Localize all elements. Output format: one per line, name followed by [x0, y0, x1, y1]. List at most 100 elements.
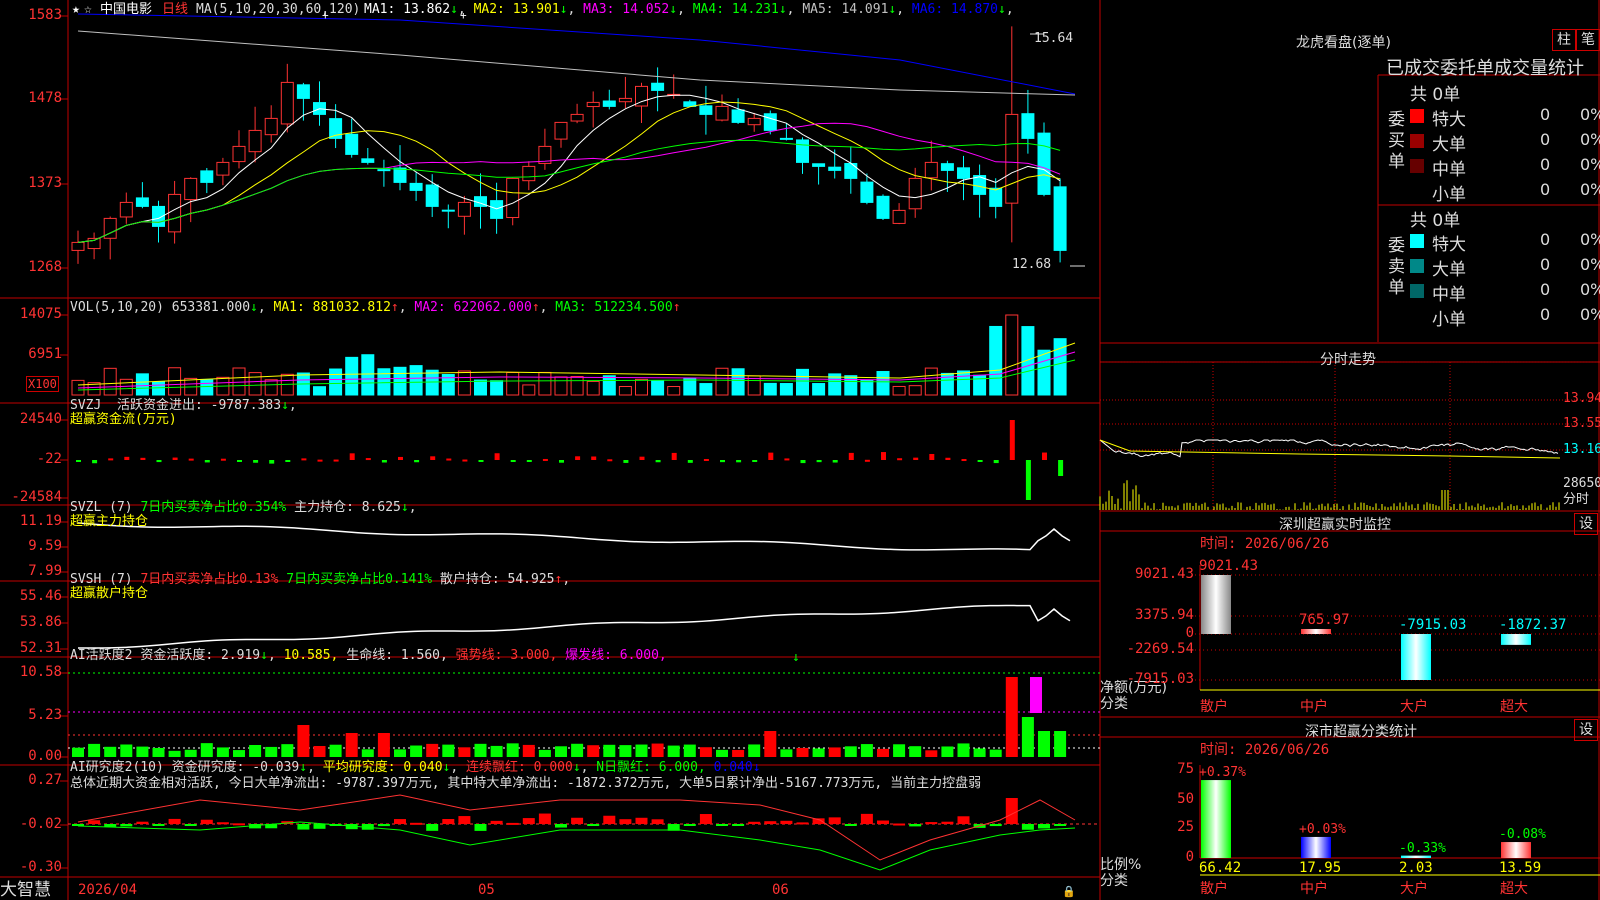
ma2-value: MA2: 13.901	[473, 2, 560, 17]
buy-2-color-swatch	[1410, 159, 1424, 173]
candle	[618, 97, 632, 103]
classify-y-tick: 50	[1177, 791, 1194, 807]
candle	[506, 177, 520, 219]
ma1-arrow: ↓	[450, 2, 458, 17]
ai1-bar	[571, 743, 584, 757]
high-price-label: 15.64	[1034, 31, 1074, 46]
vol-unit-badge[interactable]: X100	[26, 376, 59, 392]
vol-ma2: MA2: 622062.000	[414, 300, 532, 315]
buy-row-count: 0	[1540, 130, 1551, 149]
buy-row-pct: 0%	[1580, 180, 1600, 199]
monitor-category-label: 散户	[1200, 699, 1228, 715]
sell-row-count: 0	[1540, 230, 1551, 249]
ai2-bar	[152, 824, 165, 826]
classify-category-label: 散户	[1200, 881, 1228, 897]
volume-bar	[345, 356, 359, 396]
svzj-bar	[591, 456, 597, 460]
ai1-bar	[780, 749, 793, 757]
svzj-bar	[398, 456, 403, 460]
svzj-label: SVZJ	[70, 398, 102, 413]
svzj-bar	[430, 456, 436, 460]
svzj-bar	[381, 460, 387, 463]
svzj-bar	[881, 452, 886, 460]
svzj-bar	[784, 458, 790, 461]
star-icon[interactable]: ★	[72, 2, 80, 17]
candle	[876, 195, 890, 219]
ai2-bar	[651, 819, 664, 824]
volume-bar	[409, 365, 423, 396]
vol-ma1: MA1: 881032.812	[273, 300, 391, 315]
ai2-bar	[168, 818, 181, 824]
volume-bar	[1037, 349, 1051, 396]
volume-bar	[618, 386, 632, 396]
ai2-bar	[893, 823, 906, 826]
candle	[892, 209, 906, 224]
classify-change-label: -0.33%	[1399, 840, 1446, 856]
bar-mode-button[interactable]: 柱	[1552, 29, 1576, 51]
ai1-bar	[860, 744, 873, 757]
classify-settings-button[interactable]: 设	[1574, 719, 1598, 741]
brand-logo[interactable]: 大智慧	[0, 880, 51, 900]
volume-bar	[554, 376, 568, 396]
classify-bar	[1401, 855, 1431, 858]
svzj-bar	[655, 460, 661, 463]
ai2-bar	[603, 815, 616, 824]
y-axis-tick: 9.59	[28, 538, 62, 554]
volume-bar	[844, 375, 858, 396]
y-axis-tick: 1478	[28, 90, 62, 106]
y-axis-tick: 1583	[28, 7, 62, 23]
candle	[602, 100, 616, 107]
star-outline-icon[interactable]: ☆	[84, 2, 92, 17]
volume-bar	[699, 383, 713, 396]
period-label[interactable]: 日线	[162, 2, 188, 17]
ma6-line	[77, 13, 1076, 95]
sell-1-color-swatch	[1410, 259, 1424, 273]
candle	[1005, 113, 1019, 204]
svzl-line	[77, 522, 1071, 551]
ai2-bar	[200, 819, 213, 824]
volume-bar	[329, 368, 343, 396]
svzj-bar	[317, 459, 323, 462]
svzl-hold: 主力持仓: 8.625	[294, 500, 401, 515]
svzj-bar	[993, 460, 999, 464]
monitor-settings-button[interactable]: 设	[1574, 513, 1598, 535]
volume-bar	[602, 375, 616, 396]
volume-bar	[876, 371, 890, 396]
volume-bar	[651, 380, 665, 396]
tick-mode-button[interactable]: 笔	[1576, 29, 1600, 51]
ai1-bar	[844, 746, 857, 757]
ai2-bar	[394, 819, 406, 824]
classify-category-label: 大户	[1400, 881, 1428, 897]
ai1-burst-line: 爆发线: 6.000,	[565, 648, 667, 663]
ai2-bar	[313, 824, 326, 829]
volume-bar	[570, 376, 584, 396]
svzj-text: 活跃资金进出: -9787.383	[116, 398, 282, 413]
y-axis-tick: -22	[36, 451, 62, 467]
ma3-arrow: ↓	[669, 2, 678, 17]
buy-row-count: 0	[1540, 180, 1551, 199]
svzj-bar	[961, 459, 967, 462]
sell-2-color-swatch	[1410, 284, 1424, 298]
vol-header: VOL(5,10,20) 653381.000↓, MA1: 881032.81…	[70, 300, 681, 315]
ai2-bar	[828, 817, 841, 824]
candle	[908, 177, 922, 210]
buy-row-label: 小单	[1432, 185, 1466, 205]
volume-bar	[908, 385, 922, 396]
candle	[779, 137, 793, 140]
ai2-bar	[989, 824, 1002, 827]
lock-icon[interactable]: 🔒	[1062, 884, 1076, 899]
sell-row-label: 特大	[1432, 235, 1466, 255]
ai1-bar	[297, 725, 310, 757]
ai1-bar	[345, 733, 358, 757]
buy-0-color-swatch	[1410, 109, 1424, 123]
candle	[860, 181, 874, 203]
ai1-bar	[973, 748, 986, 757]
ai1-bar	[538, 749, 551, 757]
fenshi-price-low: 13.16	[1563, 442, 1600, 457]
buy-row-label: 中单	[1432, 160, 1466, 180]
ai2-bar	[1005, 798, 1018, 824]
candle	[715, 105, 729, 121]
monitor-category-label: 超大	[1500, 699, 1528, 715]
ma2-arrow: ↓	[559, 2, 568, 17]
svzj-bar	[1025, 460, 1031, 500]
